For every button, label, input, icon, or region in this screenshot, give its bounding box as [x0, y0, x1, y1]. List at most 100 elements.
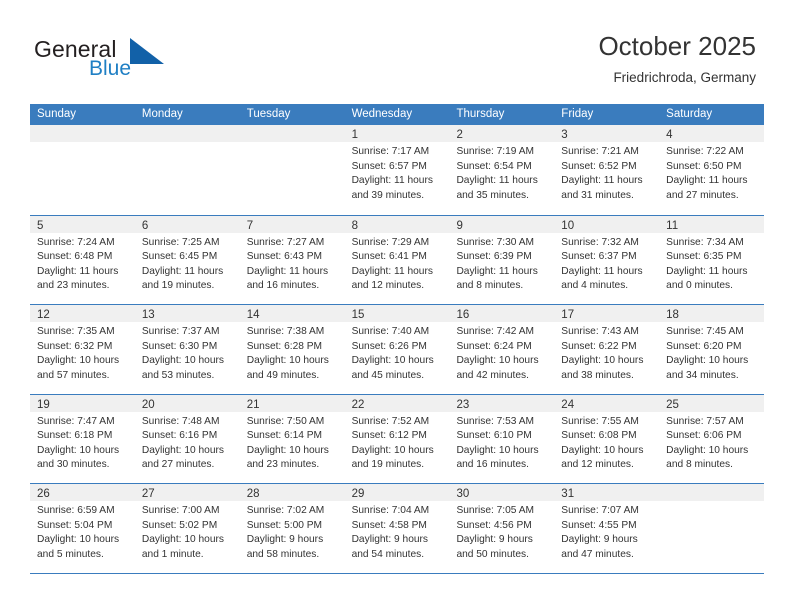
- calendar-page: General Blue October 2025 Friedrichroda,…: [0, 0, 792, 612]
- title-block: October 2025 Friedrichroda, Germany: [598, 30, 756, 88]
- calendar-day-cell-empty: [30, 125, 135, 215]
- day-number: 9: [456, 219, 463, 232]
- sunrise-text: Sunrise: 7:29 AM: [351, 236, 430, 248]
- daylight-text: Daylight: 11 hours and 35 minutes.: [456, 175, 538, 201]
- calendar-day-cell[interactable]: 4 Sunrise: 7:22 AM Sunset: 6:50 PM Daylight…: [659, 125, 765, 215]
- calendar-day-cell[interactable]: 29 Sunrise: 7:04 AM Sunset: 4:58 PM Dayligh…: [344, 484, 450, 573]
- day-sun-info: Sunrise: 7:34 AM Sunset: 6:35 PM Daylight:…: [659, 233, 764, 294]
- daylight-text: Daylight: 9 hours and 58 minutes.: [246, 534, 324, 560]
- day-sun-info: Sunrise: 7:02 AM Sunset: 5:00 PM Daylight:…: [240, 501, 345, 562]
- sunset-text: Sunset: 6:54 PM: [456, 160, 532, 172]
- day-sun-info: Sunrise: 6:59 AM Sunset: 5:04 PM Daylight:…: [30, 501, 135, 562]
- day-number-band: 24: [554, 394, 660, 412]
- day-number-band: 1: [344, 125, 450, 142]
- day-number: 22: [351, 398, 365, 411]
- day-sun-info: Sunrise: 7:32 AM Sunset: 6:37 PM Daylight:…: [554, 233, 659, 294]
- calendar-day-cell[interactable]: 23 Sunrise: 7:53 AM Sunset: 6:10 PM Dayligh…: [449, 394, 555, 483]
- calendar-day-cell[interactable]: 28 Sunrise: 7:02 AM Sunset: 5:00 PM Dayligh…: [239, 484, 345, 573]
- calendar-day-cell[interactable]: 1 Sunrise: 7:17 AM Sunset: 6:57 PM Daylight…: [344, 125, 450, 215]
- sunrise-text: Sunrise: 7:25 AM: [141, 236, 220, 248]
- day-number: 27: [141, 488, 155, 500]
- day-number: 28: [246, 488, 260, 500]
- day-sun-info: Sunrise: 7:22 AM Sunset: 6:50 PM Daylight:…: [659, 142, 764, 203]
- day-number: 15: [351, 309, 365, 321]
- calendar-day-cell-empty: [239, 125, 345, 215]
- calendar-day-cell[interactable]: 24 Sunrise: 7:55 AM Sunset: 6:08 PM Dayligh…: [554, 394, 660, 483]
- day-number: 8: [351, 219, 358, 232]
- calendar-day-cell[interactable]: 25 Sunrise: 7:57 AM Sunset: 6:06 PM Dayligh…: [659, 394, 765, 483]
- calendar-day-cell[interactable]: 3 Sunrise: 7:21 AM Sunset: 6:52 PM Daylight…: [554, 125, 660, 215]
- daylight-text: Daylight: 9 hours and 54 minutes.: [351, 534, 429, 560]
- calendar-day-cell[interactable]: 9 Sunrise: 7:30 AM Sunset: 6:39 PM Daylight…: [449, 215, 555, 304]
- calendar-day-cell[interactable]: 19 Sunrise: 7:47 AM Sunset: 6:18 PM Dayligh…: [30, 394, 135, 483]
- calendar-day-cell[interactable]: 10 Sunrise: 7:32 AM Sunset: 6:37 PM Dayligh…: [554, 215, 660, 304]
- sunset-text: Sunset: 6:52 PM: [561, 160, 637, 172]
- calendar-day-cell[interactable]: 5 Sunrise: 7:24 AM Sunset: 6:48 PM Daylight…: [30, 215, 135, 304]
- sunrise-text: Sunrise: 7:17 AM: [351, 146, 430, 157]
- day-number-band: 28: [239, 484, 345, 501]
- sunset-text: Sunset: 6:08 PM: [561, 430, 637, 442]
- sunrise-text: Sunrise: 7:53 AM: [456, 415, 535, 427]
- daylight-text: Daylight: 11 hours and 0 minutes.: [666, 265, 748, 292]
- day-sun-info: Sunrise: 7:19 AM Sunset: 6:54 PM Daylight:…: [449, 142, 554, 203]
- calendar-day-cell[interactable]: 31 Sunrise: 7:07 AM Sunset: 4:55 PM Dayligh…: [554, 484, 660, 573]
- day-sun-info: Sunrise: 7:29 AM Sunset: 6:41 PM Daylight:…: [345, 233, 450, 294]
- brand-logo[interactable]: General Blue: [34, 36, 244, 86]
- day-number-band: 30: [449, 484, 555, 501]
- calendar-day-cell[interactable]: 13 Sunrise: 7:37 AM Sunset: 6:30 PM Dayligh…: [134, 305, 240, 394]
- calendar-day-cell[interactable]: 30 Sunrise: 7:05 AM Sunset: 4:56 PM Dayligh…: [449, 484, 555, 573]
- daylight-text: Daylight: 11 hours and 23 minutes.: [37, 265, 119, 292]
- day-number-band: [134, 125, 240, 142]
- sunset-text: Sunset: 5:02 PM: [141, 519, 218, 531]
- calendar-day-cell[interactable]: 6 Sunrise: 7:25 AM Sunset: 6:45 PM Daylight…: [134, 215, 240, 304]
- day-sun-info: Sunrise: 7:05 AM Sunset: 4:56 PM Daylight:…: [449, 501, 554, 562]
- day-number-band: 6: [134, 215, 240, 233]
- calendar-day-cell[interactable]: 15 Sunrise: 7:40 AM Sunset: 6:26 PM Dayligh…: [344, 305, 450, 394]
- calendar-day-cell[interactable]: 8 Sunrise: 7:29 AM Sunset: 6:41 PM Daylight…: [344, 215, 450, 304]
- calendar-day-cell[interactable]: 14 Sunrise: 7:38 AM Sunset: 6:28 PM Dayligh…: [239, 305, 345, 394]
- calendar-day-cell[interactable]: 12 Sunrise: 7:35 AM Sunset: 6:32 PM Dayligh…: [30, 305, 135, 394]
- day-number-band: 13: [134, 305, 240, 322]
- calendar-day-cell[interactable]: 21 Sunrise: 7:50 AM Sunset: 6:14 PM Dayligh…: [239, 394, 345, 483]
- sunrise-text: Sunrise: 7:19 AM: [456, 146, 535, 157]
- sunrise-text: Sunrise: 7:00 AM: [141, 505, 220, 516]
- calendar-day-cell[interactable]: 26 Sunrise: 6:59 AM Sunset: 5:04 PM Dayligh…: [30, 484, 135, 573]
- sunrise-text: Sunrise: 7:38 AM: [246, 326, 325, 337]
- sunset-text: Sunset: 6:41 PM: [351, 251, 427, 263]
- calendar-day-cell[interactable]: 11 Sunrise: 7:34 AM Sunset: 6:35 PM Dayligh…: [659, 215, 765, 304]
- sunrise-text: Sunrise: 7:04 AM: [351, 505, 430, 516]
- day-number-band: 5: [30, 215, 135, 233]
- day-sun-info: Sunrise: 7:37 AM Sunset: 6:30 PM Daylight:…: [135, 322, 240, 383]
- calendar-week-row: 19 Sunrise: 7:47 AM Sunset: 6:18 PM Dayligh…: [30, 393, 765, 483]
- day-number-band: 17: [554, 305, 660, 322]
- sunset-text: Sunset: 6:37 PM: [561, 251, 637, 263]
- day-number: 16: [456, 309, 470, 321]
- calendar-day-cell[interactable]: 27 Sunrise: 7:00 AM Sunset: 5:02 PM Dayligh…: [134, 484, 240, 573]
- sunrise-text: Sunrise: 7:40 AM: [351, 326, 430, 337]
- day-number-band: 12: [30, 305, 135, 322]
- day-number: 18: [666, 309, 679, 321]
- calendar-week-row: 12 Sunrise: 7:35 AM Sunset: 6:32 PM Dayligh…: [30, 304, 765, 394]
- calendar-day-cell-empty: [134, 125, 240, 215]
- calendar-day-cell[interactable]: 16 Sunrise: 7:42 AM Sunset: 6:24 PM Dayligh…: [449, 305, 555, 394]
- daylight-text: Daylight: 11 hours and 8 minutes.: [456, 265, 538, 292]
- calendar-day-cell[interactable]: 18 Sunrise: 7:45 AM Sunset: 6:20 PM Dayligh…: [659, 305, 765, 394]
- sunset-text: Sunset: 6:16 PM: [141, 430, 218, 442]
- calendar-day-cell[interactable]: 2 Sunrise: 7:19 AM Sunset: 6:54 PM Daylight…: [449, 125, 555, 215]
- daylight-text: Daylight: 10 hours and 30 minutes.: [37, 444, 120, 471]
- day-number: 13: [141, 309, 155, 321]
- day-number-band: 19: [30, 394, 135, 412]
- calendar-day-cell-empty: [659, 484, 765, 573]
- calendar-day-cell[interactable]: 22 Sunrise: 7:52 AM Sunset: 6:12 PM Dayligh…: [344, 394, 450, 483]
- calendar-day-cell[interactable]: 17 Sunrise: 7:43 AM Sunset: 6:22 PM Dayligh…: [554, 305, 660, 394]
- day-sun-info: Sunrise: 7:47 AM Sunset: 6:18 PM Daylight:…: [30, 412, 135, 473]
- day-number-band: 20: [134, 394, 240, 412]
- calendar-day-cell[interactable]: 20 Sunrise: 7:48 AM Sunset: 6:16 PM Dayligh…: [134, 394, 240, 483]
- day-number-band: 23: [449, 394, 555, 412]
- calendar-day-cell[interactable]: 7 Sunrise: 7:27 AM Sunset: 6:43 PM Daylight…: [239, 215, 345, 304]
- sunset-text: Sunset: 6:48 PM: [37, 251, 113, 263]
- sunset-text: Sunset: 6:12 PM: [351, 430, 427, 442]
- sunrise-text: Sunrise: 7:42 AM: [456, 326, 535, 337]
- day-sun-info: Sunrise: 7:07 AM Sunset: 4:55 PM Daylight:…: [554, 501, 659, 562]
- sunset-text: Sunset: 4:56 PM: [456, 519, 532, 531]
